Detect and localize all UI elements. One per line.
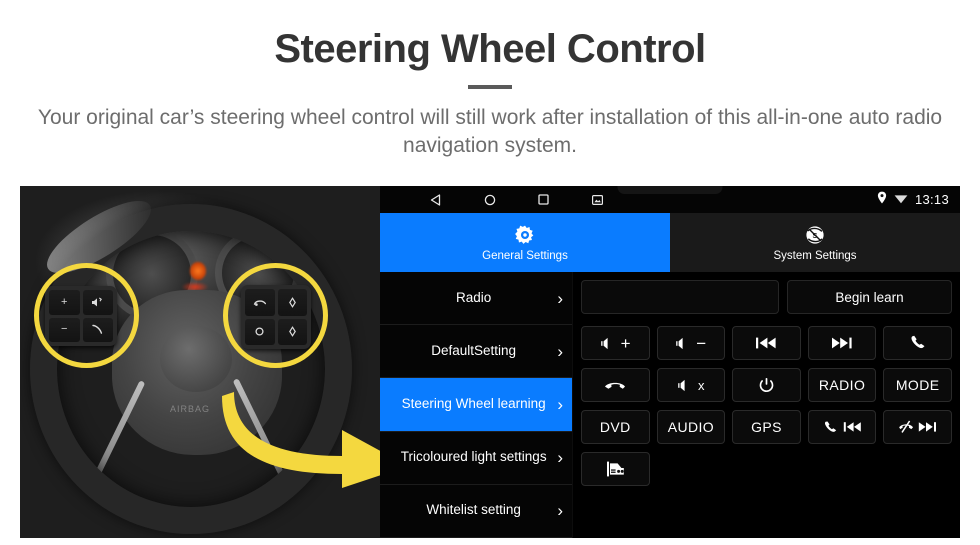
sidebar-item-label: Tricoloured light settings [400,449,547,465]
tab-general-settings[interactable]: General Settings [380,213,670,272]
home-icon[interactable] [482,192,497,207]
mode-button[interactable]: MODE [883,368,952,402]
status-indicators: 13:13 [877,186,949,213]
chevron-right-icon: › [557,288,563,308]
audio-button[interactable]: AUDIO [656,410,726,444]
sidebar-item-whitelist-setting[interactable]: Whitelist setting › [380,484,572,538]
settings-tabs[interactable]: General Settings S System Settings [380,213,960,272]
power-button[interactable] [732,368,801,402]
radio-button[interactable]: RADIO [807,368,877,402]
chevron-right-icon: › [557,448,563,468]
tab-system-settings-label: System Settings [773,249,857,262]
status-bar: 13:13 [380,186,960,213]
hangup-next-button[interactable] [883,410,952,444]
screenshot-icon[interactable] [590,192,605,207]
screen-notch [617,186,723,194]
sidebar-item-label: Radio [456,289,492,305]
call-previous-button[interactable] [807,410,877,444]
sidebar-item-defaultsetting[interactable]: DefaultSetting › [380,325,572,379]
yellow-arrow [220,382,380,492]
steering-wheel-learning-panel: Begin learn + − x RADIO MODE DVD AUDIO G… [573,272,960,538]
location-pin-icon [877,191,887,209]
hang-up-button[interactable] [581,368,650,402]
sidebar-item-tricoloured-light-settings[interactable]: Tricoloured light settings › [380,431,572,485]
volume-down-button[interactable]: − [656,326,726,360]
chevron-right-icon: › [557,341,563,361]
learn-input[interactable] [581,280,779,314]
chevron-right-icon: › [557,501,563,521]
callout-circle-left [34,263,139,368]
wifi-icon [894,191,908,209]
title-divider [468,85,512,89]
begin-learn-button[interactable]: Begin learn [787,280,952,314]
gps-button[interactable]: GPS [732,410,801,444]
call-button[interactable] [883,326,952,360]
steering-wheel-photo: AIRBAG + − [20,186,380,538]
navigation-buttons[interactable] [390,192,605,207]
settings-sidebar[interactable]: Radio › DefaultSetting › Steering Wheel … [380,272,573,538]
mute-button[interactable]: x [656,368,726,402]
volume-up-button[interactable]: + [581,326,650,360]
previous-track-button[interactable] [732,326,801,360]
learn-row: Begin learn [581,280,952,314]
back-icon[interactable] [428,192,443,207]
sidebar-item-label: Steering Wheel learning [401,396,546,412]
tab-general-settings-label: General Settings [482,249,568,262]
sidebar-item-label: DefaultSetting [431,342,517,358]
next-track-button[interactable] [807,326,877,360]
screen-body: Radio › DefaultSetting › Steering Wheel … [380,272,960,538]
media-strip: AIRBAG + − 13:13 General Settings S Syst… [20,186,960,538]
sidebar-item-radio[interactable]: Radio › [380,272,572,326]
recents-icon[interactable] [536,192,551,207]
function-button-grid[interactable]: + − x RADIO MODE DVD AUDIO GPS [581,326,952,486]
gear-icon [514,224,536,246]
page-title: Steering Wheel Control [274,27,706,71]
tab-system-settings[interactable]: S System Settings [670,213,960,272]
sidebar-item-label: Whitelist setting [426,502,521,518]
page-header: Steering Wheel Control Your original car… [0,0,980,161]
car-settings-button[interactable] [581,452,650,486]
x-glyph: x [697,377,705,393]
minus-glyph: − [696,333,707,353]
chevron-right-icon: › [557,395,563,414]
svg-text:S: S [813,230,818,239]
callout-circle-right [223,263,328,368]
status-clock: 13:13 [914,192,949,207]
android-head-unit-screen: 13:13 General Settings S System Settings… [380,186,960,538]
dvd-button[interactable]: DVD [581,410,650,444]
plus-glyph: + [620,333,631,353]
system-logo-icon: S [804,224,826,246]
page-subtitle: Your original car’s steering wheel contr… [37,106,943,158]
sidebar-item-steering-wheel-learning[interactable]: Steering Wheel learning › [380,378,572,432]
